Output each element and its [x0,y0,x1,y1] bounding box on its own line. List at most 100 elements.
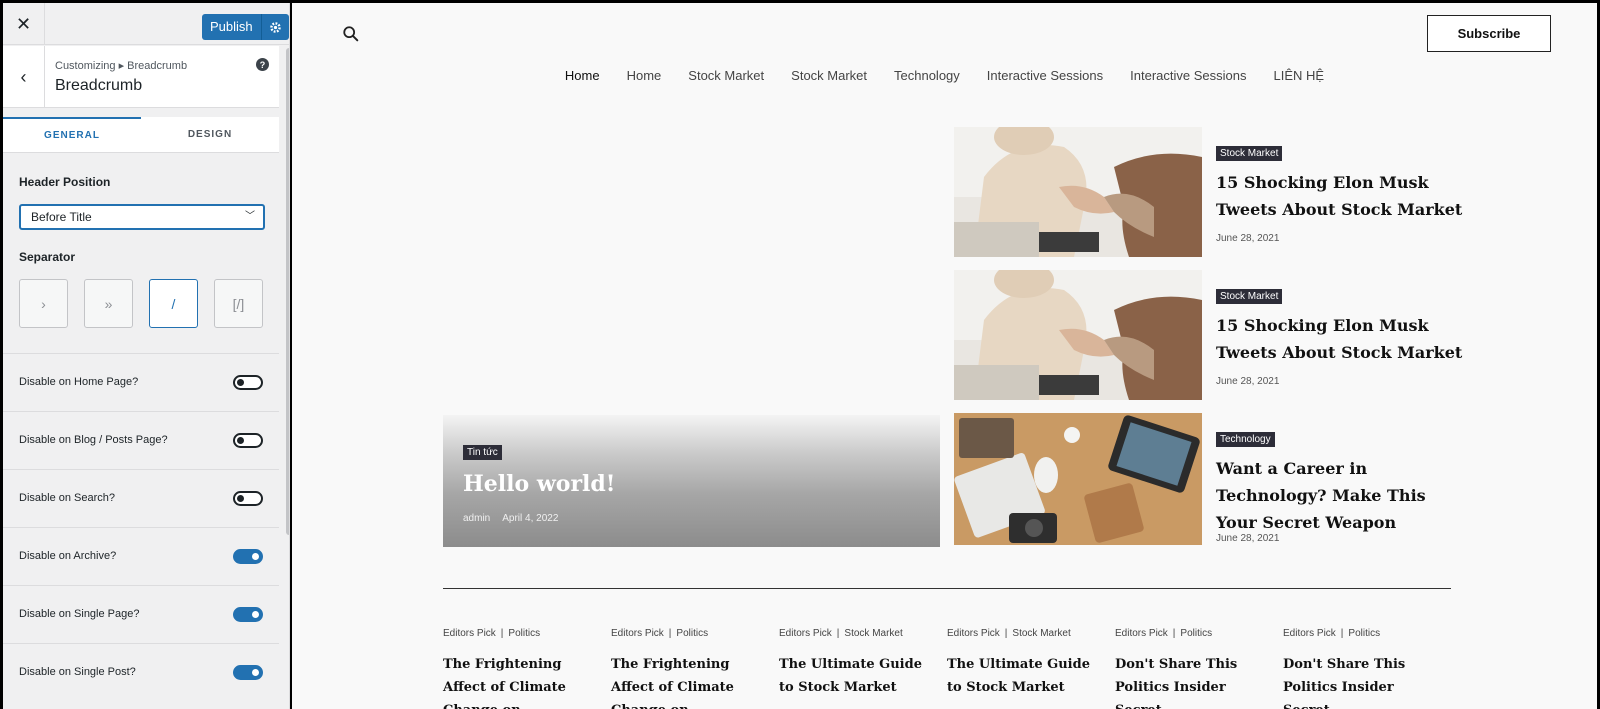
post-date: April 4, 2022 [502,513,559,524]
section-divider [443,588,1451,589]
nav-item-interactive-sessions[interactable]: Interactive Sessions [987,68,1103,83]
header-position-label: Header Position [19,175,111,189]
bottom-post: Editors Pick | Politics Don't Share This P… [1283,628,1443,709]
post-title[interactable]: Want a Career in Technology? Make This Y… [1216,455,1466,536]
post-title[interactable]: Don't Share This Politics Insider Secret [1115,653,1275,709]
post-title[interactable]: Don't Share This Politics Insider Secret [1283,653,1443,709]
category-badge[interactable]: Stock Market [1216,146,1283,161]
post-title[interactable]: The Ultimate Guide to Stock Market [779,653,939,699]
toggle-row-blog: Disable on Blog / Posts Page? [3,411,279,469]
category-link[interactable]: Politics [1180,628,1212,639]
toggle-switch-single-page[interactable] [233,607,263,622]
toggle-switch-archive[interactable] [233,549,263,564]
publish-group: Publish [202,14,289,40]
post-title[interactable]: 15 Shocking Elon Musk Tweets About Stock… [1216,312,1466,366]
post-date: June 28, 2021 [1216,233,1280,244]
bottom-post: Editors Pick | Politics The Frightening Af… [443,628,603,709]
separator-option-single-arrow[interactable]: › [19,279,68,328]
post-categories: Editors Pick | Politics [611,628,709,639]
post-title[interactable]: The Ultimate Guide to Stock Market [947,653,1107,699]
publish-button[interactable]: Publish [202,14,261,40]
toggle-label: Disable on Search? [19,492,116,504]
toggle-switch-blog[interactable] [233,433,263,448]
post-categories: Editors Pick | Politics [1115,628,1213,639]
toggle-switch-search[interactable] [233,491,263,506]
separator-option-double-arrow[interactable]: » [84,279,133,328]
category-badge[interactable]: Technology [1216,432,1275,447]
separator-option-slash[interactable]: / [149,279,198,328]
post-categories: Editors Pick | Stock Market [779,628,903,639]
category-link[interactable]: Editors Pick [779,628,832,639]
post-categories: Editors Pick | Politics [443,628,541,639]
tab-design[interactable]: DESIGN [141,117,279,152]
post-title[interactable]: The Frightening Affect of Climate Change… [611,653,771,709]
post-date: June 28, 2021 [1216,533,1280,544]
bottom-post: Editors Pick | Politics Don't Share This P… [1115,628,1275,709]
category-link[interactable]: Editors Pick [947,628,1000,639]
customizer-sidebar: ✕ Publish ‹ Customizing ▸ Breadcrumb Bre… [3,3,290,709]
category-link[interactable]: Editors Pick [1283,628,1336,639]
hero-post[interactable]: Tin tức Hello world! admin April 4, 2022 [443,415,940,547]
toggle-row-search: Disable on Search? [3,469,279,527]
category-badge[interactable]: Tin tức [463,445,502,460]
toggle-row-home: Disable on Home Page? [3,353,279,411]
close-icon[interactable]: ✕ [3,3,45,45]
post-thumbnail-handshake[interactable] [954,270,1202,400]
back-icon[interactable]: ‹ [3,46,45,108]
side-post: Stock Market 15 Shocking Elon Musk Tweet… [954,127,1474,257]
nav-item-home[interactable]: Home [565,68,600,83]
main-nav: Home Home Stock Market Stock Market Tech… [292,68,1597,83]
separator-options: › » / [/] [19,279,263,328]
separator-label: Separator [19,250,76,264]
side-post: Technology Want a Career in Technology? … [954,413,1474,545]
post-title[interactable]: 15 Shocking Elon Musk Tweets About Stock… [1216,169,1466,223]
post-categories: Editors Pick | Stock Market [947,628,1071,639]
panel-tabs: GENERAL DESIGN [3,117,279,153]
gear-icon[interactable] [260,14,289,40]
hero-title[interactable]: Hello world! [463,471,615,497]
header-position-value: Before Title [31,210,92,224]
post-title[interactable]: The Frightening Affect of Climate Change… [443,653,603,709]
help-icon[interactable]: ? [256,58,269,71]
nav-item-interactive-sessions[interactable]: Interactive Sessions [1130,68,1246,83]
side-post: Stock Market 15 Shocking Elon Musk Tweet… [954,270,1474,400]
hero-meta: admin April 4, 2022 [463,513,558,524]
toggle-row-single-post: Disable on Single Post? [3,643,279,701]
toggle-switch-single-post[interactable] [233,665,263,680]
post-author[interactable]: admin [463,513,490,524]
category-link[interactable]: Editors Pick [443,628,496,639]
nav-item-contact[interactable]: LIÊN HỆ [1273,68,1324,83]
header-position-select[interactable]: Before Title ﹀ [19,204,265,230]
post-date: June 28, 2021 [1216,376,1280,387]
subscribe-button[interactable]: Subscribe [1427,15,1551,52]
category-badge[interactable]: Stock Market [1216,289,1283,304]
bottom-post: Editors Pick | Politics The Frightening Af… [611,628,771,709]
category-link[interactable]: Politics [1348,628,1380,639]
toggle-label: Disable on Home Page? [19,376,139,388]
post-thumbnail-handshake[interactable] [954,127,1202,257]
sidebar-scrollbar[interactable] [286,48,289,535]
category-link[interactable]: Politics [508,628,540,639]
category-link[interactable]: Editors Pick [611,628,664,639]
section-title: Breadcrumb [55,77,143,94]
nav-item-technology[interactable]: Technology [894,68,960,83]
nav-item-home[interactable]: Home [627,68,662,83]
nav-item-stock-market[interactable]: Stock Market [688,68,764,83]
category-link[interactable]: Stock Market [844,628,902,639]
category-link[interactable]: Stock Market [1012,628,1070,639]
category-link[interactable]: Editors Pick [1115,628,1168,639]
post-thumbnail-desk[interactable] [954,413,1202,545]
toggle-label: Disable on Single Page? [19,608,140,620]
nav-item-stock-market[interactable]: Stock Market [791,68,867,83]
tab-general[interactable]: GENERAL [3,117,141,152]
customizing-breadcrumb: Customizing ▸ Breadcrumb [55,60,188,72]
category-link[interactable]: Politics [676,628,708,639]
toggle-row-single-page: Disable on Single Page? [3,585,279,643]
separator-option-bracket-slash[interactable]: [/] [214,279,263,328]
customizer-topbar: ✕ Publish [3,3,289,45]
toggle-label: Disable on Blog / Posts Page? [19,434,168,446]
site-preview: Subscribe Home Home Stock Market Stock M… [292,3,1597,709]
search-icon[interactable] [342,25,360,43]
toggle-label: Disable on Archive? [19,550,117,562]
toggle-switch-home[interactable] [233,375,263,390]
